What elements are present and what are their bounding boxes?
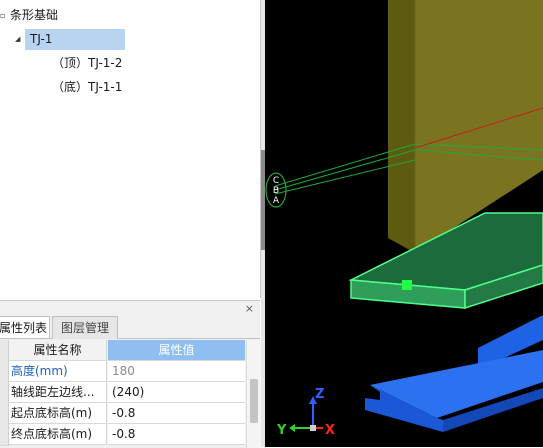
axis-marker[interactable]: C B A xyxy=(265,172,287,208)
property-name: 起点底标高(m) xyxy=(9,403,107,424)
row-header-cell xyxy=(0,424,9,446)
expand-triangle-icon[interactable]: ◢ xyxy=(15,29,20,50)
axis-marker-letter-b: B xyxy=(273,186,279,196)
tree-node-tj-1[interactable]: ◢ TJ-1 xyxy=(0,29,259,50)
property-value[interactable]: (240) xyxy=(108,382,245,403)
table-row[interactable]: 高度(mm) 180 xyxy=(0,361,245,383)
gizmo-y-label: Y xyxy=(276,423,287,438)
property-panel: × 属性列表 图层管理 属性名称 属性值 高度(mm) 180 轴线距左边线..… xyxy=(0,300,261,448)
property-name: 轴线距左边线... xyxy=(9,382,107,403)
row-header-cell xyxy=(0,382,9,404)
grip-handle[interactable] xyxy=(402,280,412,290)
tree-node-label: （底）TJ-1-1 xyxy=(52,80,123,94)
gizmo-x-label: X xyxy=(325,423,335,438)
property-name: 高度(mm) xyxy=(9,361,107,382)
close-icon[interactable]: × xyxy=(245,302,254,315)
3d-viewport[interactable]: C B A Z Y X xyxy=(265,0,543,447)
table-header-row: 属性名称 属性值 xyxy=(0,340,245,362)
axis-gizmo: Z Y X xyxy=(276,387,335,438)
tree-node-label: 条形基础 xyxy=(10,8,59,22)
row-header-cell xyxy=(0,340,9,362)
tree-node-strip-foundation[interactable]: ▫ 条形基础 xyxy=(0,5,259,26)
gizmo-z-label: Z xyxy=(315,387,324,402)
tab-layer-management[interactable]: 图层管理 xyxy=(52,316,118,339)
collapse-toggle-icon[interactable]: ▫ xyxy=(0,5,5,26)
vertical-scrollbar[interactable] xyxy=(246,340,261,448)
tab-property-list[interactable]: 属性列表 xyxy=(0,316,50,338)
scene-canvas[interactable]: C B A Z Y X xyxy=(265,0,543,447)
table-row[interactable]: 轴线距左边线... (240) xyxy=(0,382,245,404)
foundation-3d[interactable] xyxy=(365,315,543,432)
axis-marker-letter-c: C xyxy=(273,176,279,186)
component-tree-panel: ▫ 条形基础 ◢ TJ-1 （顶）TJ-1-2 （底）TJ-1-1 xyxy=(0,0,261,298)
table-row[interactable]: 终点底标高(m) -0.8 xyxy=(0,424,245,446)
table-row[interactable]: 起点底标高(m) -0.8 xyxy=(0,403,245,425)
tree-node-label: TJ-1 xyxy=(30,32,53,46)
column-header-name: 属性名称 xyxy=(9,340,107,361)
property-name: 终点底标高(m) xyxy=(9,424,107,445)
tree-node-label: （顶）TJ-1-2 xyxy=(52,56,123,70)
column-header-value: 属性值 xyxy=(108,340,245,361)
property-value[interactable]: -0.8 xyxy=(108,424,245,445)
row-header-cell xyxy=(0,361,9,383)
property-value[interactable]: -0.8 xyxy=(108,403,245,424)
scrollbar-thumb[interactable] xyxy=(250,379,258,423)
row-header-cell xyxy=(0,403,9,425)
axis-marker-letter-a: A xyxy=(273,196,280,206)
property-value[interactable]: 180 xyxy=(108,361,245,382)
property-tabs: 属性列表 图层管理 xyxy=(0,316,260,339)
